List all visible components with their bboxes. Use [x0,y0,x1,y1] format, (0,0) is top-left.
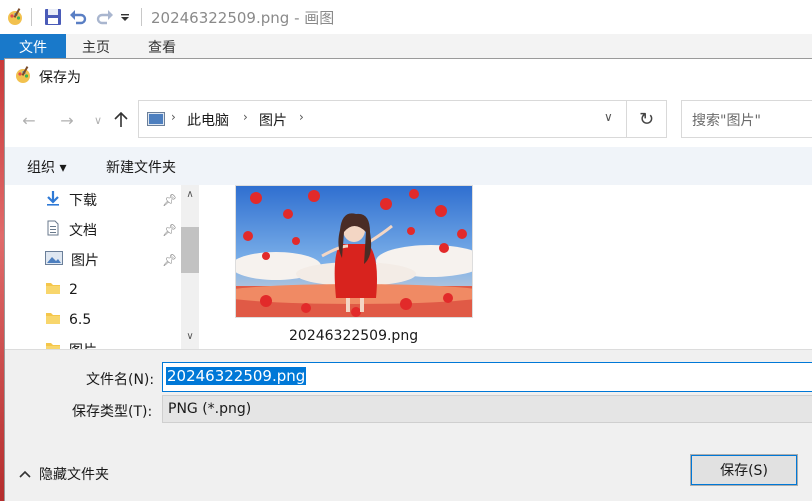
back-arrow-icon[interactable]: ← [19,109,39,131]
breadcrumb-this-pc[interactable]: 此电脑 [187,110,229,130]
dialog-title: 保存为 [39,70,81,86]
filetype-select[interactable]: PNG (*.png) [162,395,812,423]
download-arrow-icon [45,190,61,210]
document-icon [45,220,61,240]
tree-item-folder-2[interactable]: 2 [45,278,78,302]
save-as-dialog: 保存为 ← → ∨ › 此电脑 › 图片 › ∨ ↻ 搜索"图片" 组织 ▾ 新… [4,58,812,501]
scroll-down-icon[interactable]: ∨ [181,331,199,342]
filename-value: 20246322509.png [166,367,307,385]
undo-icon[interactable] [67,6,89,28]
pin-icon[interactable]: 📌︎ [162,253,177,267]
tree-item-downloads[interactable]: 下载 [45,188,97,212]
filename-label: 文件名(N): [86,372,155,388]
chevron-down-icon[interactable]: ∨ [604,110,613,124]
new-folder-button[interactable]: 新建文件夹 [106,157,176,177]
customize-dropdown-icon[interactable] [117,6,133,28]
file-list: 20246322509.png [203,185,812,349]
forward-arrow-icon[interactable]: → [57,109,77,131]
tab-file[interactable]: 文件 [0,34,66,60]
pin-icon[interactable]: 📌︎ [162,223,177,237]
save-form: 文件名(N): 20246322509.png 保存类型(T): PNG (*.… [5,349,812,501]
navigation-pane: 下载 📌︎ 文档 📌︎ 图片 📌︎ 2 6.5 ∧ ∨ [5,185,203,349]
tree-item-pictures[interactable]: 图片 [45,248,99,272]
refresh-icon: ↻ [638,108,655,130]
chevron-right-icon[interactable]: › [171,110,176,124]
file-thumbnail[interactable] [235,185,473,318]
tab-home[interactable]: 主页 [82,34,110,60]
recent-locations-dropdown-icon[interactable]: ∨ [88,109,108,131]
scroll-up-icon[interactable]: ∧ [181,189,199,200]
paint-app-icon[interactable] [4,6,26,28]
file-name-label[interactable]: 20246322509.png [289,328,418,344]
tree-item-documents[interactable]: 文档 [45,218,97,242]
ribbon-tabs: 文件 主页 查看 [0,34,812,60]
redo-icon[interactable] [94,6,116,28]
chevron-right-icon[interactable]: › [243,110,248,124]
hide-folders-toggle[interactable]: 隐藏文件夹 [19,464,109,484]
window-title: 20246322509.png - 画图 [151,9,335,27]
scrollbar-thumb[interactable] [181,227,199,273]
folder-icon [45,311,61,329]
save-button[interactable]: 保存(S) [690,454,798,486]
folder-icon [45,341,61,349]
pin-icon[interactable]: 📌︎ [162,193,177,207]
hide-folders-label: 隐藏文件夹 [39,467,109,483]
tree-item-folder-pictures[interactable]: 图片 [45,338,97,349]
filename-field[interactable]: 20246322509.png [162,362,812,392]
dialog-titlebar: 保存为 [13,65,81,89]
dialog-toolbar: 组织 ▾ 新建文件夹 [5,147,812,185]
folder-icon [45,281,61,299]
filetype-label: 保存类型(T): [72,404,153,420]
breadcrumb-pictures[interactable]: 图片 [259,110,287,130]
this-pc-icon [147,112,165,126]
app-titlebar: 20246322509.png - 画图 [0,0,812,34]
save-icon[interactable] [42,6,64,28]
search-input[interactable]: 搜索"图片" [681,100,812,138]
tree-item-folder-6-5[interactable]: 6.5 [45,308,91,332]
address-bar[interactable]: › 此电脑 › 图片 › ∨ [138,100,627,138]
paint-app-icon [13,65,33,89]
anime-girl-thumbnail-image [236,186,472,317]
tab-view[interactable]: 查看 [148,34,176,60]
chevron-right-icon[interactable]: › [299,110,304,124]
up-arrow-icon[interactable] [111,109,131,131]
refresh-button[interactable]: ↻ [627,100,667,138]
organize-menu[interactable]: 组织 ▾ [27,157,66,177]
pictures-icon [45,251,63,269]
tree-scrollbar[interactable]: ∧ ∨ [181,185,199,349]
chevron-up-icon [19,466,31,482]
separator [141,8,142,26]
separator [31,8,32,26]
